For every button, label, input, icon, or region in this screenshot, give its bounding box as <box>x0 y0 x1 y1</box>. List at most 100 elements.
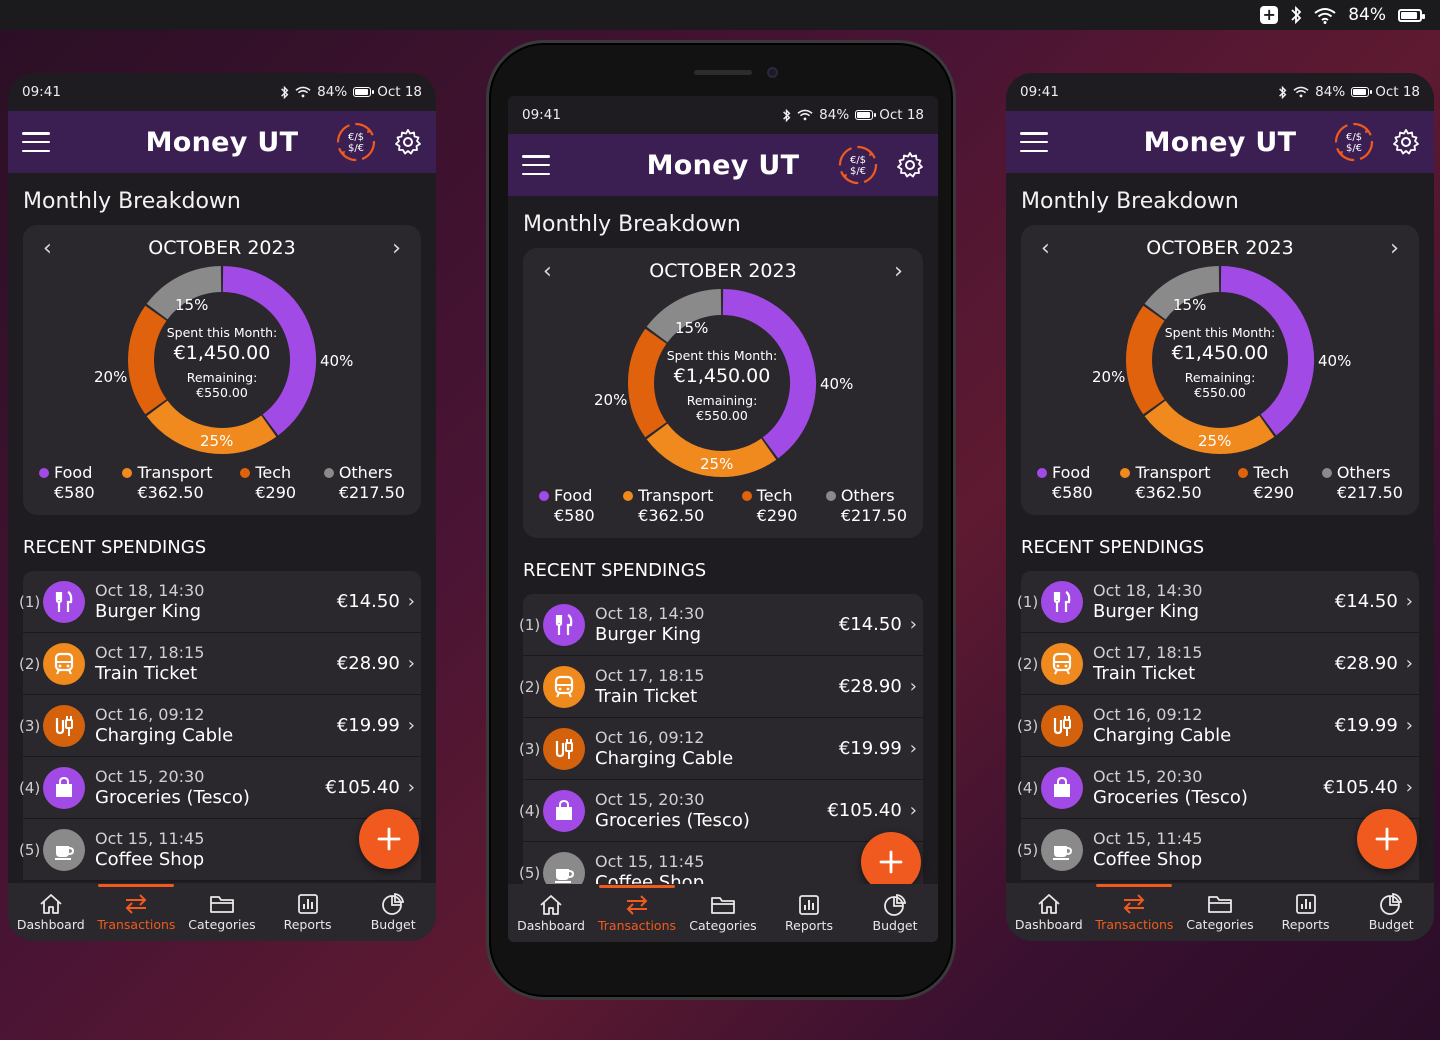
nav-transactions[interactable]: Transactions <box>597 884 677 933</box>
add-transaction-button[interactable] <box>1357 809 1417 869</box>
legend-tech[interactable]: Tech €290 <box>741 486 797 526</box>
spending-row[interactable]: (4) Oct 15, 20:30 Groceries (Tesco) €105.… <box>1017 757 1419 819</box>
chevron-left-icon[interactable]: ‹ <box>1041 236 1050 261</box>
chevron-left-icon[interactable]: ‹ <box>43 236 52 261</box>
category-legend: Food €580 Transport €362.50 Tech €290 Ot… <box>523 486 923 526</box>
spending-name: Burger King <box>95 600 202 622</box>
svg-text:€/$: €/$ <box>348 132 364 143</box>
menu-icon[interactable] <box>522 155 550 175</box>
svg-text:$/€: $/€ <box>348 143 364 154</box>
nav-dashboard[interactable]: Dashboard <box>511 894 591 933</box>
phone-right: 09:41 84% Oct 18 Money UT €/$ $/€ Monthl… <box>1006 73 1434 941</box>
menu-icon[interactable] <box>1020 132 1048 152</box>
chevron-right-icon[interactable]: › <box>408 715 415 736</box>
nav-budget[interactable]: Budget <box>855 893 935 933</box>
nav-reports-label: Reports <box>785 917 833 933</box>
coffee-cup-icon <box>43 828 85 871</box>
spending-row[interactable]: (4) Oct 15, 20:30 Groceries (Tesco) €105.… <box>19 757 421 819</box>
legend-others[interactable]: Others €217.50 <box>323 463 405 503</box>
remaining-label: Remaining: <box>1184 370 1256 385</box>
settings-gear-icon[interactable] <box>394 128 422 156</box>
currency-exchange-icon[interactable]: €/$ $/€ <box>836 143 880 187</box>
spending-amount: €19.99 <box>1334 715 1398 736</box>
legend-tech[interactable]: Tech €290 <box>1238 463 1294 503</box>
nav-budget[interactable]: Budget <box>353 892 433 932</box>
add-transaction-button[interactable] <box>359 809 419 869</box>
spending-row[interactable]: (2) Oct 17, 18:15 Train Ticket €28.90 › <box>519 656 923 718</box>
legend-transport[interactable]: Transport €362.50 <box>1120 463 1211 503</box>
settings-gear-icon[interactable] <box>896 151 924 179</box>
currency-exchange-icon[interactable]: €/$ $/€ <box>1332 120 1376 164</box>
chevron-right-icon[interactable]: › <box>910 614 917 635</box>
spending-name: Coffee Shop <box>1093 848 1203 870</box>
nav-transactions[interactable]: Transactions <box>96 883 176 932</box>
spent-label: Spent this Month: <box>1164 325 1276 340</box>
currency-exchange-icon[interactable]: €/$ $/€ <box>334 120 378 164</box>
transport-percent-label: 25% <box>1198 432 1232 450</box>
add-indicator-icon[interactable]: + <box>1260 6 1279 24</box>
chevron-left-icon[interactable]: ‹ <box>543 259 552 284</box>
chevron-right-icon[interactable]: › <box>408 777 415 798</box>
nav-dashboard[interactable]: Dashboard <box>1009 893 1089 932</box>
legend-food-label: Food <box>554 486 593 505</box>
status-date: Oct 18 <box>1375 84 1420 100</box>
battery-icon[interactable] <box>1398 8 1425 22</box>
nav-budget-label: Budget <box>872 917 918 933</box>
tech-dot <box>240 468 251 478</box>
legend-food[interactable]: Food €580 <box>1037 463 1093 503</box>
spending-row[interactable]: (3) Oct 16, 09:12 Charging Cable €19.99 › <box>519 718 923 780</box>
chevron-right-icon[interactable]: › <box>1406 653 1413 674</box>
chevron-right-icon[interactable]: › <box>1406 591 1413 612</box>
spending-row[interactable]: (2) Oct 17, 18:15 Train Ticket €28.90 › <box>1017 633 1419 695</box>
chevron-right-icon[interactable]: › <box>1406 777 1413 798</box>
chevron-right-icon[interactable]: › <box>1390 236 1399 261</box>
legend-tech[interactable]: Tech €290 <box>240 463 296 503</box>
spending-row[interactable]: (2) Oct 17, 18:15 Train Ticket €28.90 › <box>19 633 421 695</box>
chevron-right-icon[interactable]: › <box>408 591 415 612</box>
nav-categories[interactable]: Categories <box>1180 893 1260 932</box>
pie-chart-icon <box>884 893 907 916</box>
chevron-right-icon[interactable]: › <box>910 738 917 759</box>
others-percent-label: 15% <box>1173 296 1207 314</box>
nav-categories[interactable]: Categories <box>683 894 763 933</box>
nav-categories-label: Categories <box>689 917 757 933</box>
legend-transport[interactable]: Transport €362.50 <box>122 463 213 503</box>
nav-reports[interactable]: Reports <box>1266 893 1346 932</box>
plus-icon <box>377 827 401 851</box>
nav-dashboard[interactable]: Dashboard <box>11 893 91 932</box>
bluetooth-icon[interactable] <box>1290 6 1302 24</box>
chevron-right-icon[interactable]: › <box>910 676 917 697</box>
add-transaction-button[interactable] <box>861 832 921 892</box>
legend-transport-amount: €362.50 <box>137 483 204 502</box>
chevron-right-icon[interactable]: › <box>910 800 917 821</box>
legend-others[interactable]: Others €217.50 <box>1321 463 1403 503</box>
spending-row[interactable]: (3) Oct 16, 09:12 Charging Cable €19.99 › <box>1017 695 1419 757</box>
spending-row[interactable]: (1) Oct 18, 14:30 Burger King €14.50 › <box>1017 571 1419 633</box>
shopping-bag-icon <box>1041 766 1083 809</box>
legend-others[interactable]: Others €217.50 <box>825 486 907 526</box>
chevron-right-icon[interactable]: › <box>392 236 401 261</box>
nav-reports[interactable]: Reports <box>769 894 849 933</box>
spending-name: Charging Cable <box>1093 724 1232 746</box>
settings-gear-icon[interactable] <box>1392 128 1420 156</box>
legend-food[interactable]: Food €580 <box>39 463 95 503</box>
spending-date: Oct 18, 14:30 <box>1093 580 1203 600</box>
nav-reports[interactable]: Reports <box>268 893 348 932</box>
nav-budget[interactable]: Budget <box>1351 892 1431 932</box>
chevron-right-icon[interactable]: › <box>1406 715 1413 736</box>
spending-row[interactable]: (1) Oct 18, 14:30 Burger King €14.50 › <box>19 571 421 633</box>
spending-row[interactable]: (4) Oct 15, 20:30 Groceries (Tesco) €105.… <box>519 780 923 842</box>
legend-food[interactable]: Food €580 <box>539 486 595 526</box>
chevron-right-icon[interactable]: › <box>894 259 903 284</box>
legend-transport[interactable]: Transport €362.50 <box>623 486 713 526</box>
chevron-right-icon[interactable]: › <box>408 653 415 674</box>
nav-transactions[interactable]: Transactions <box>1094 883 1174 932</box>
spending-row[interactable]: (1) Oct 18, 14:30 Burger King €14.50 › <box>519 594 923 656</box>
wifi-icon[interactable] <box>1314 7 1336 24</box>
menu-icon[interactable] <box>22 132 50 152</box>
plug-icon <box>1041 704 1083 747</box>
spending-amount: €14.50 <box>1334 591 1398 612</box>
food-percent-label: 40% <box>820 375 854 393</box>
spending-row[interactable]: (3) Oct 16, 09:12 Charging Cable €19.99 › <box>19 695 421 757</box>
nav-categories[interactable]: Categories <box>182 893 262 932</box>
